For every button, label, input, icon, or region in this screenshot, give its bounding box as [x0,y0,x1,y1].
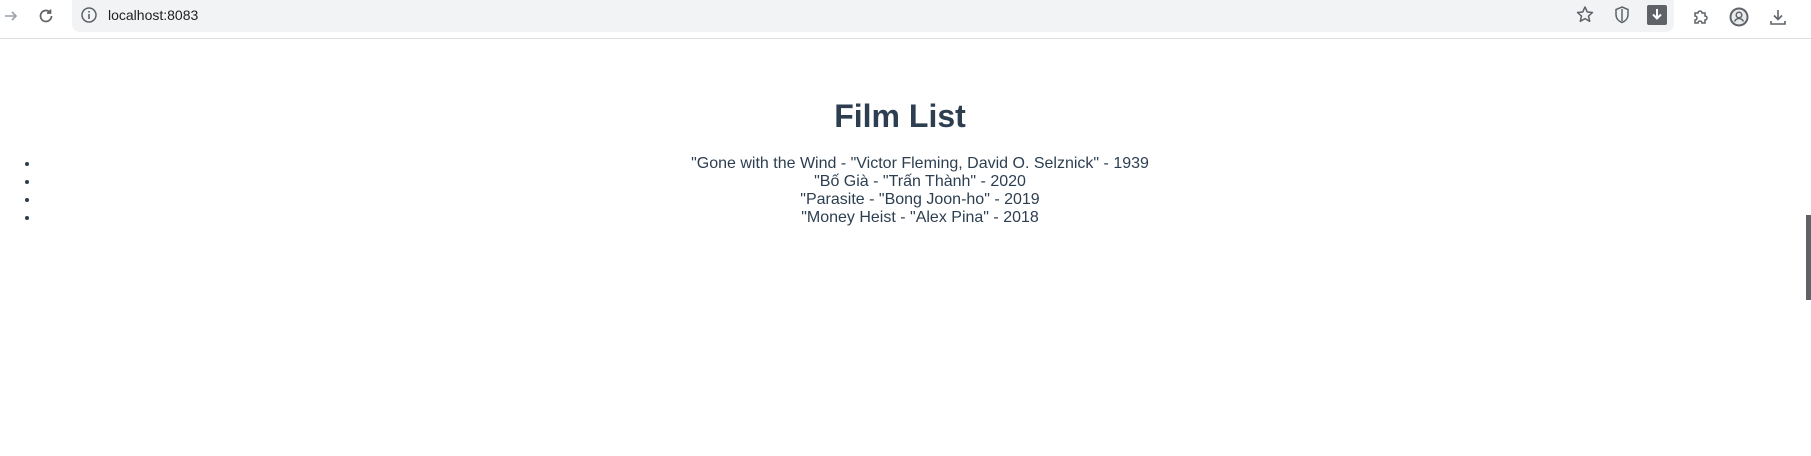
page-title: Film List [834,98,966,134]
reload-button[interactable] [32,2,60,30]
profile-button[interactable] [1725,3,1753,31]
bookmark-star-icon[interactable] [1574,4,1596,31]
url-text[interactable]: localhost:8083 [108,7,198,23]
vertical-scrollbar[interactable] [1806,40,1811,456]
film-list-item: "Money Heist - "Alex Pina" - 2018 [40,209,1800,227]
forward-button[interactable] [0,4,22,28]
film-list-item: "Bố Già - "Trấn Thành" - 2020 [40,173,1800,191]
film-entry-text: "Money Heist - "Alex Pina" - 2018 [801,209,1039,226]
page-content: Film List "Gone with the Wind - "Victor … [0,40,1811,456]
film-list-item: "Parasite - "Bong Joon-ho" - 2019 [40,191,1800,209]
downloads-icon [1768,7,1788,27]
film-entry-text: "Bố Già - "Trấn Thành" - 2020 [814,173,1026,190]
extensions-puzzle-icon [1691,7,1711,27]
downloads-button[interactable] [1765,4,1791,30]
reload-icon [37,7,55,25]
film-list: "Gone with the Wind - "Victor Fleming, D… [40,155,1800,227]
extensions-button[interactable] [1688,4,1714,30]
scrollbar-thumb[interactable] [1806,215,1811,300]
profile-icon [1728,6,1750,28]
address-bar[interactable]: localhost:8083 [72,0,1674,32]
film-entry-text: "Gone with the Wind - "Victor Fleming, D… [691,155,1149,172]
site-info-icon[interactable] [80,6,98,29]
browser-toolbar: localhost:8083 [0,0,1811,39]
forward-icon [3,8,19,24]
film-list-item: "Gone with the Wind - "Victor Fleming, D… [40,155,1800,173]
film-entry-text: "Parasite - "Bong Joon-ho" - 2019 [800,191,1040,208]
shield-extension-icon[interactable] [1611,4,1633,31]
download-extension-icon[interactable] [1646,4,1668,31]
